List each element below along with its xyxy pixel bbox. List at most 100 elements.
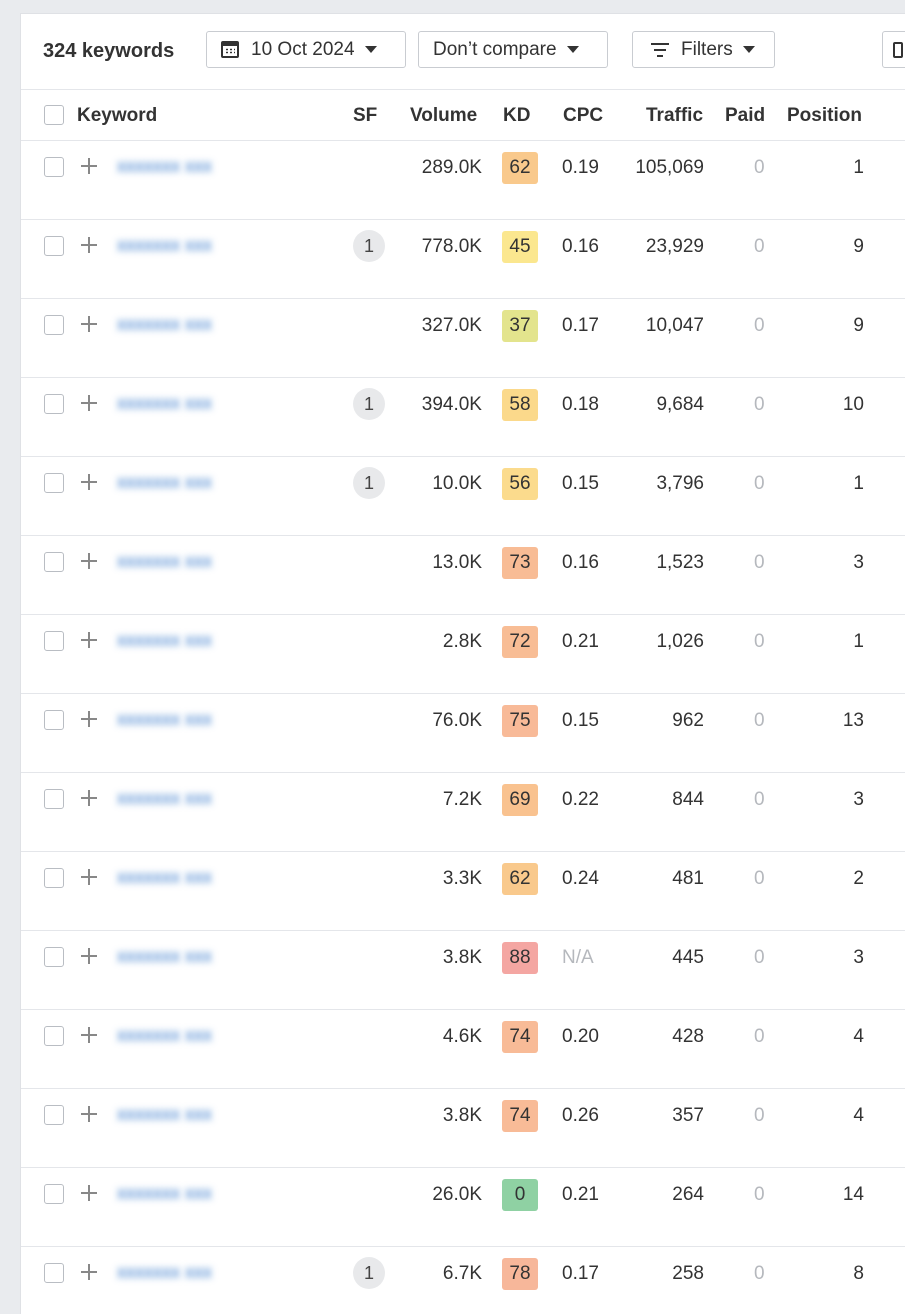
row-checkbox[interactable]: [44, 473, 64, 493]
row-checkbox[interactable]: [44, 1105, 64, 1125]
keyword-link[interactable]: xxxxxxx xxx: [117, 709, 212, 730]
position-value[interactable]: 9: [853, 315, 864, 337]
keyword-link[interactable]: xxxxxxx xxx: [117, 788, 212, 809]
keyword-link[interactable]: xxxxxxx xxx: [117, 235, 212, 256]
add-keyword-icon[interactable]: [80, 864, 98, 890]
col-traffic[interactable]: Traffic: [646, 105, 703, 127]
traffic-value[interactable]: 9,684: [656, 394, 704, 416]
add-keyword-icon[interactable]: [80, 548, 98, 574]
add-keyword-icon[interactable]: [80, 1022, 98, 1048]
keyword-link[interactable]: xxxxxxx xxx: [117, 630, 212, 651]
filters-label: Filters: [681, 38, 733, 60]
col-volume[interactable]: Volume: [410, 105, 477, 127]
cpc-value: 0.22: [562, 789, 599, 810]
traffic-value[interactable]: 445: [672, 947, 704, 969]
row-checkbox[interactable]: [44, 157, 64, 177]
volume-value: 10.0K: [432, 473, 482, 494]
traffic-value[interactable]: 428: [672, 1026, 704, 1048]
row-checkbox[interactable]: [44, 1263, 64, 1283]
row-checkbox[interactable]: [44, 1026, 64, 1046]
row-checkbox[interactable]: [44, 789, 64, 809]
filters-button[interactable]: Filters: [632, 31, 775, 68]
position-value[interactable]: 1: [853, 157, 864, 179]
position-value[interactable]: 3: [853, 947, 864, 969]
date-picker-button[interactable]: 10 Oct 2024: [206, 31, 406, 68]
traffic-value[interactable]: 357: [672, 1105, 704, 1127]
add-keyword-icon[interactable]: [80, 469, 98, 495]
select-all-checkbox[interactable]: [44, 105, 64, 125]
position-value[interactable]: 1: [853, 473, 864, 495]
kd-badge: 74: [502, 1100, 538, 1132]
position-value[interactable]: 4: [853, 1026, 864, 1048]
position-value[interactable]: 4: [853, 1105, 864, 1127]
cpc-value: 0.21: [562, 1184, 599, 1205]
traffic-value[interactable]: 844: [672, 789, 704, 811]
traffic-value[interactable]: 10,047: [646, 315, 704, 337]
traffic-value[interactable]: 23,929: [646, 236, 704, 258]
keyword-link[interactable]: xxxxxxx xxx: [117, 1025, 212, 1046]
col-cpc[interactable]: CPC: [563, 105, 603, 127]
col-position[interactable]: Position: [787, 105, 862, 127]
row-checkbox[interactable]: [44, 394, 64, 414]
paid-value: 0: [754, 157, 765, 178]
traffic-value[interactable]: 1,523: [656, 552, 704, 574]
keyword-link[interactable]: xxxxxxx xxx: [117, 946, 212, 967]
keyword-link[interactable]: xxxxxxx xxx: [117, 314, 212, 335]
add-keyword-icon[interactable]: [80, 943, 98, 969]
col-paid[interactable]: Paid: [725, 105, 765, 127]
add-keyword-icon[interactable]: [80, 311, 98, 337]
add-keyword-icon[interactable]: [80, 1259, 98, 1285]
add-keyword-icon[interactable]: [80, 153, 98, 179]
keyword-link[interactable]: xxxxxxx xxx: [117, 867, 212, 888]
traffic-value[interactable]: 1,026: [656, 631, 704, 653]
position-value[interactable]: 1: [853, 631, 864, 653]
position-value[interactable]: 3: [853, 789, 864, 811]
add-keyword-icon[interactable]: [80, 1101, 98, 1127]
serp-features-badge[interactable]: 1: [353, 230, 385, 262]
row-checkbox[interactable]: [44, 236, 64, 256]
traffic-value[interactable]: 258: [672, 1263, 704, 1285]
serp-features-badge[interactable]: 1: [353, 467, 385, 499]
compare-dropdown[interactable]: Don’t compare: [418, 31, 608, 68]
cpc-value: 0.15: [562, 710, 599, 731]
paid-value: 0: [754, 868, 765, 889]
add-keyword-icon[interactable]: [80, 1180, 98, 1206]
row-checkbox[interactable]: [44, 1184, 64, 1204]
add-keyword-icon[interactable]: [80, 627, 98, 653]
row-checkbox[interactable]: [44, 947, 64, 967]
position-value[interactable]: 14: [843, 1184, 864, 1206]
position-value[interactable]: 3: [853, 552, 864, 574]
row-checkbox[interactable]: [44, 552, 64, 572]
col-kd[interactable]: KD: [503, 105, 530, 127]
position-value[interactable]: 10: [843, 394, 864, 416]
col-sf[interactable]: SF: [353, 105, 377, 127]
traffic-value[interactable]: 105,069: [635, 157, 704, 179]
keyword-link[interactable]: xxxxxxx xxx: [117, 1104, 212, 1125]
position-value[interactable]: 9: [853, 236, 864, 258]
col-keyword[interactable]: Keyword: [77, 105, 157, 127]
traffic-value[interactable]: 962: [672, 710, 704, 732]
add-keyword-icon[interactable]: [80, 390, 98, 416]
traffic-value[interactable]: 3,796: [656, 473, 704, 495]
position-value[interactable]: 8: [853, 1263, 864, 1285]
keyword-link[interactable]: xxxxxxx xxx: [117, 393, 212, 414]
row-checkbox[interactable]: [44, 710, 64, 730]
position-value[interactable]: 2: [853, 868, 864, 890]
serp-features-badge[interactable]: 1: [353, 388, 385, 420]
serp-features-badge[interactable]: 1: [353, 1257, 385, 1289]
add-keyword-icon[interactable]: [80, 232, 98, 258]
position-value[interactable]: 13: [843, 710, 864, 732]
columns-button[interactable]: [882, 31, 905, 68]
add-keyword-icon[interactable]: [80, 706, 98, 732]
traffic-value[interactable]: 264: [672, 1184, 704, 1206]
keyword-link[interactable]: xxxxxxx xxx: [117, 1183, 212, 1204]
traffic-value[interactable]: 481: [672, 868, 704, 890]
keyword-link[interactable]: xxxxxxx xxx: [117, 1262, 212, 1283]
row-checkbox[interactable]: [44, 868, 64, 888]
add-keyword-icon[interactable]: [80, 785, 98, 811]
keyword-link[interactable]: xxxxxxx xxx: [117, 551, 212, 572]
keyword-link[interactable]: xxxxxxx xxx: [117, 472, 212, 493]
row-checkbox[interactable]: [44, 315, 64, 335]
keyword-link[interactable]: xxxxxxx xxx: [117, 156, 212, 177]
row-checkbox[interactable]: [44, 631, 64, 651]
